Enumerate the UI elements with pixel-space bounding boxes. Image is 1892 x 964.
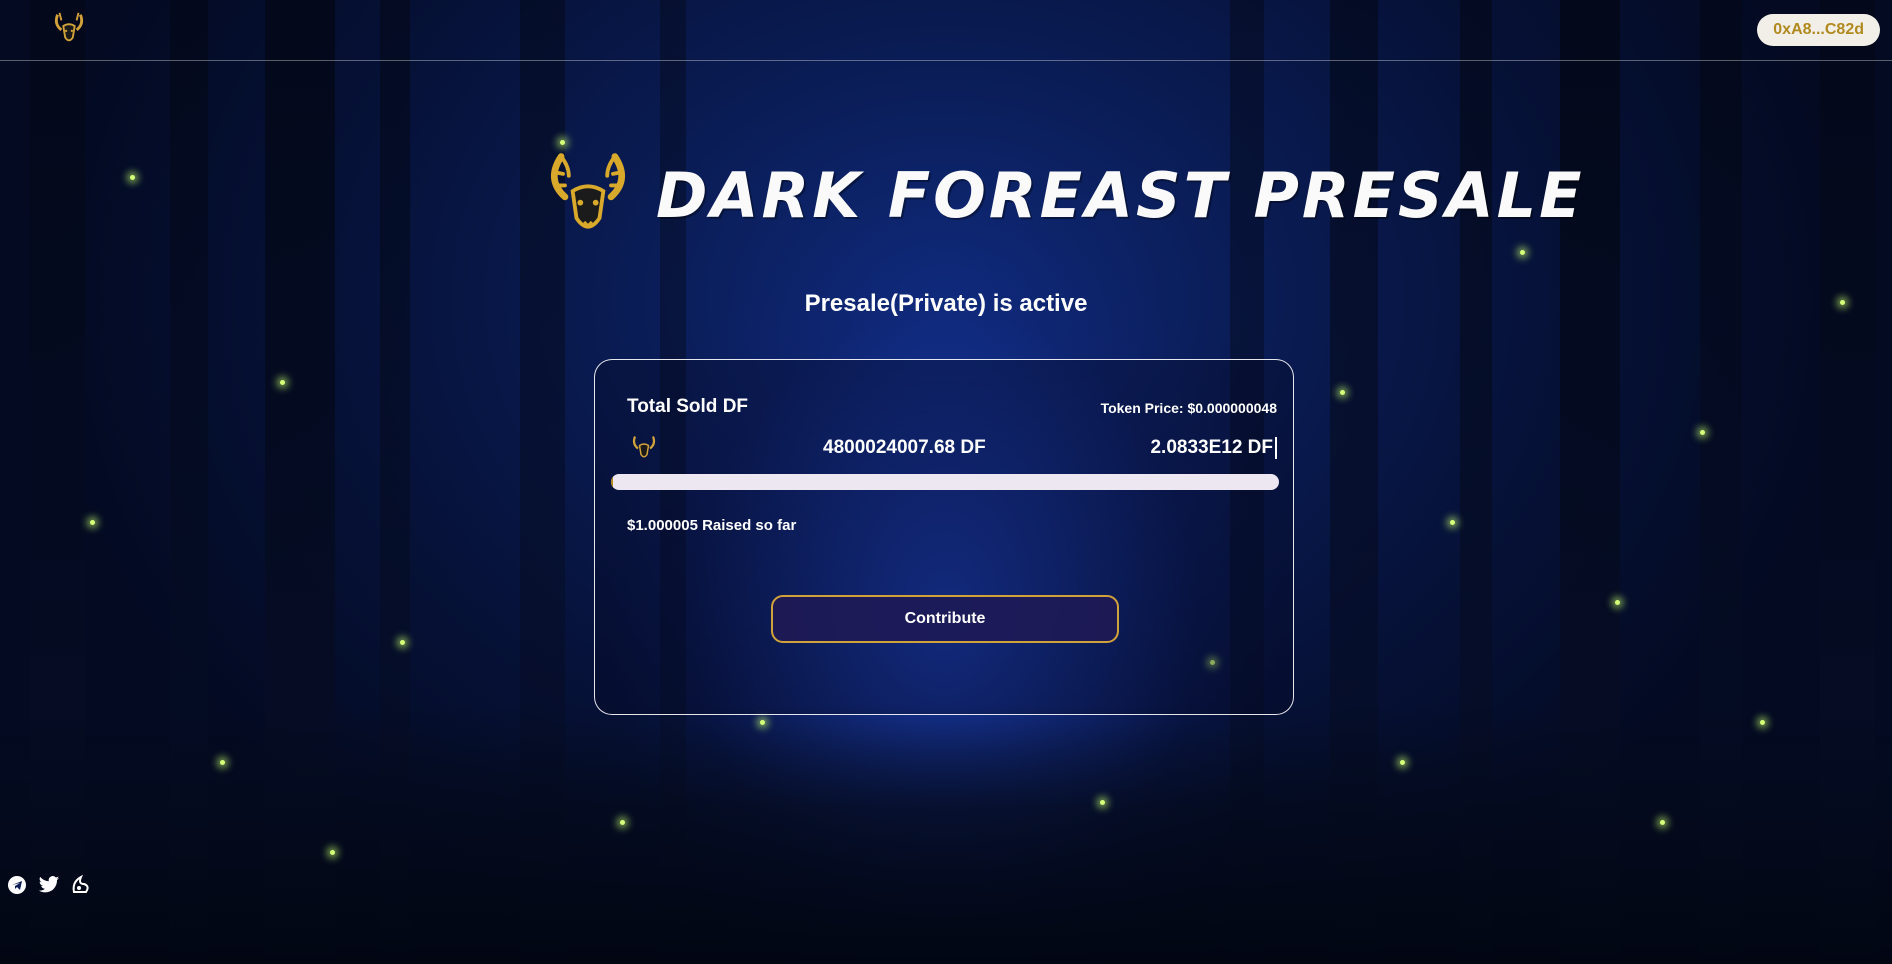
total-sold-label: Total Sold DF [627,396,749,417]
page-title: DARK FOREAST PRESALE [656,158,1585,232]
deer-logo-icon[interactable] [50,9,88,47]
presale-progress-fill [611,474,613,490]
raised-amount: $1.000005 [627,517,698,534]
sold-amount: 4800024007.68 DF [823,437,986,458]
deer-logo-icon [632,436,656,458]
raised-so-far: $1.000005 Raised so far [627,517,796,534]
social-links [6,874,92,896]
contribute-button[interactable]: Contribute [771,595,1119,643]
twitter-icon[interactable] [38,874,60,896]
token-price-value: $0.000000048 [1187,400,1277,416]
presale-status: Presale(Private) is active [804,290,1088,317]
hard-cap-amount: 2.0833E12 DF [1150,437,1277,459]
hero: DARK FOREAST PRESALE [540,145,1585,245]
top-navbar: 0xA8...C82d [0,0,1892,61]
raised-suffix: Raised so far [697,517,797,534]
presale-progress-bar [611,474,1279,490]
dextools-icon[interactable] [70,874,92,896]
token-price: Token Price: $0.000000048 [1101,400,1277,416]
deer-logo-icon [551,153,625,229]
wallet-address-button[interactable]: 0xA8...C82d [1757,14,1880,46]
presale-card: Total Sold DF Token Price: $0.000000048 … [594,359,1294,715]
token-price-label: Token Price: [1100,400,1188,416]
telegram-icon[interactable] [6,874,28,896]
